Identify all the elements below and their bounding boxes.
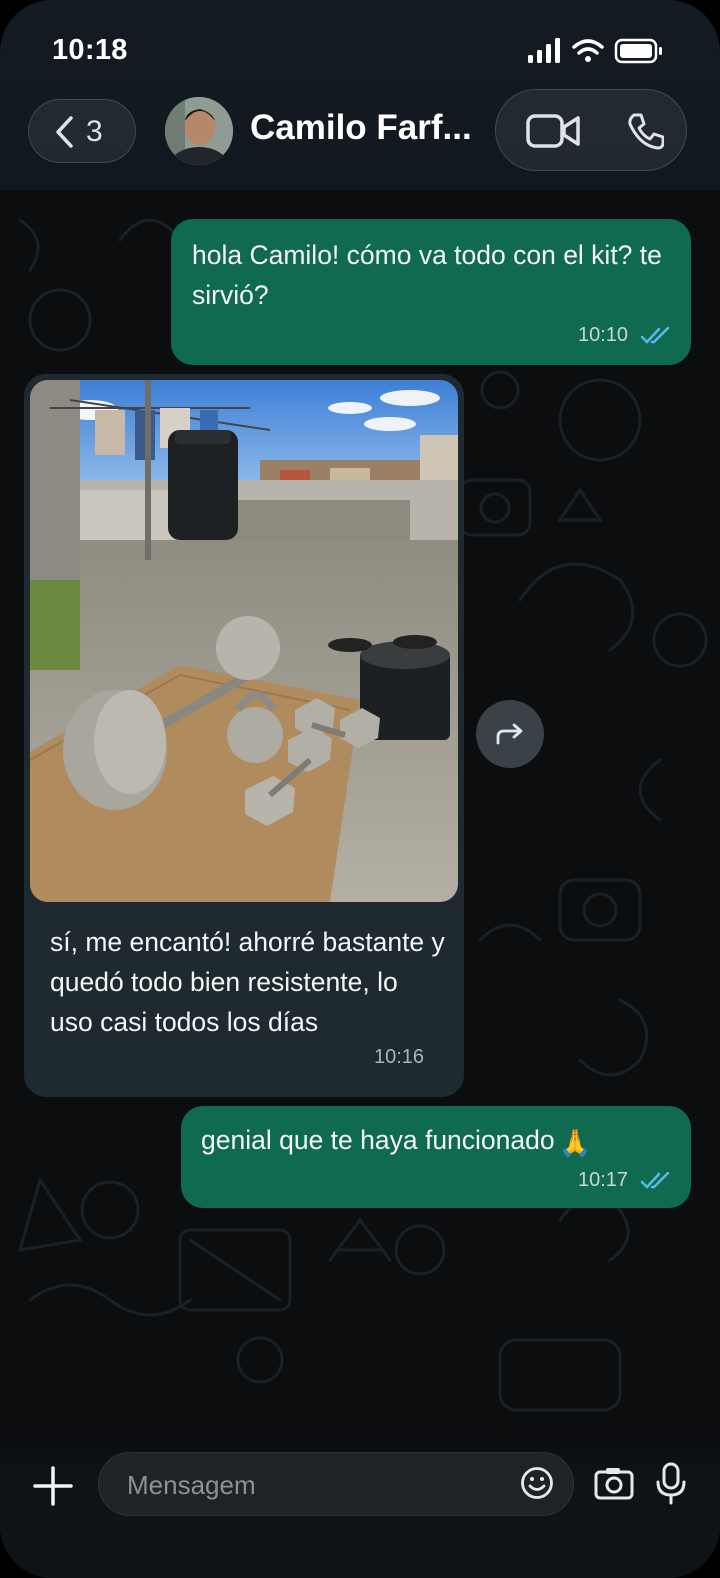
video-call-icon[interactable] bbox=[526, 113, 582, 149]
message-input[interactable]: Mensagem bbox=[98, 1452, 574, 1516]
read-receipt-icon bbox=[640, 326, 669, 344]
contact-name[interactable]: Camilo Farf... bbox=[250, 108, 480, 148]
message-time: 10:17 bbox=[578, 1169, 629, 1191]
message-bubble-incoming[interactable]: sí, me encantó! ahorré bastante y quedó … bbox=[24, 374, 464, 1097]
message-meta: 10:10 bbox=[578, 324, 672, 347]
photo-image bbox=[30, 380, 458, 902]
chevron-left-icon bbox=[56, 116, 73, 148]
call-actions bbox=[495, 89, 687, 171]
wifi-icon bbox=[572, 39, 604, 55]
message-text: sí, me encantó! ahorré bastante y quedó … bbox=[50, 927, 445, 1037]
message-time: 10:16 bbox=[374, 1046, 425, 1068]
message-text: hola Camilo! cómo va todo con el kit? te… bbox=[192, 240, 662, 310]
phone-icon[interactable] bbox=[626, 112, 664, 150]
message-photo[interactable] bbox=[30, 380, 458, 902]
message-meta: 10:16 bbox=[374, 1046, 424, 1069]
sticker-icon[interactable] bbox=[520, 1466, 554, 1500]
forward-icon bbox=[496, 723, 523, 745]
phone-screen: 10:18 3 Camilo Farf... hola Camilo! cómo… bbox=[0, 0, 720, 1578]
contact-avatar[interactable] bbox=[165, 97, 233, 165]
battery-icon bbox=[614, 38, 662, 64]
message-time: 10:10 bbox=[578, 324, 629, 346]
signal-icon bbox=[528, 38, 560, 63]
message-bubble-outgoing[interactable]: genial que te haya funcionado 🙏 bbox=[181, 1106, 691, 1208]
status-time: 10:18 bbox=[52, 34, 128, 66]
message-meta: 10:17 bbox=[578, 1169, 672, 1192]
microphone-icon[interactable] bbox=[654, 1462, 688, 1506]
plus-icon[interactable] bbox=[32, 1465, 74, 1507]
forward-button[interactable] bbox=[476, 700, 544, 768]
camera-icon[interactable] bbox=[594, 1466, 634, 1500]
praying-hands-emoji: 🙏 bbox=[558, 1128, 592, 1158]
chat-header: 10:18 3 Camilo Farf... bbox=[0, 0, 720, 190]
message-text: genial que te haya funcionado bbox=[201, 1125, 555, 1155]
back-button[interactable]: 3 bbox=[28, 99, 136, 163]
status-icons bbox=[528, 38, 662, 64]
message-text-row: genial que te haya funcionado 🙏 bbox=[201, 1120, 681, 1163]
message-input-placeholder: Mensagem bbox=[127, 1470, 256, 1500]
unread-count: 3 bbox=[86, 115, 103, 148]
read-receipt-icon bbox=[640, 1171, 669, 1189]
